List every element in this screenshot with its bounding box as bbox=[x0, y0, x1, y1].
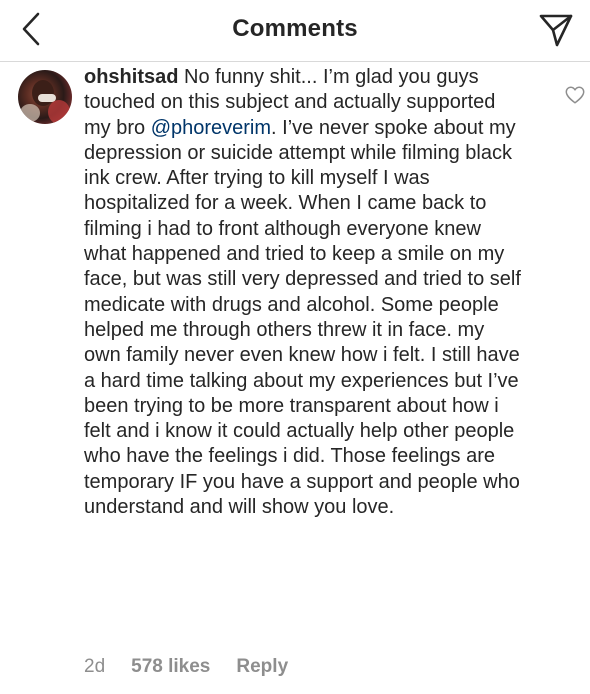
direct-share-icon bbox=[539, 14, 573, 47]
comment-username[interactable]: ohshitsad bbox=[84, 66, 178, 88]
like-button[interactable] bbox=[564, 84, 586, 106]
mention-link[interactable]: @phoreverim bbox=[151, 117, 271, 139]
comment-meta: 2d 578 likes Reply bbox=[84, 656, 288, 678]
comments-header: Comments bbox=[0, 0, 590, 62]
comment-text-part-2: . I’ve never spoke about my depression o… bbox=[84, 116, 521, 519]
comment-timestamp: 2d bbox=[84, 656, 106, 677]
comment-text: ohshitsad No funny shit... I’m glad you … bbox=[84, 65, 524, 520]
page-title: Comments bbox=[232, 15, 358, 42]
heart-outline-icon bbox=[565, 86, 585, 104]
comment-item: ohshitsad No funny shit... I’m glad you … bbox=[0, 62, 590, 694]
likes-count[interactable]: 578 likes bbox=[131, 656, 210, 678]
reply-button[interactable]: Reply bbox=[236, 656, 288, 678]
avatar[interactable] bbox=[18, 70, 72, 124]
share-button[interactable] bbox=[538, 12, 574, 48]
